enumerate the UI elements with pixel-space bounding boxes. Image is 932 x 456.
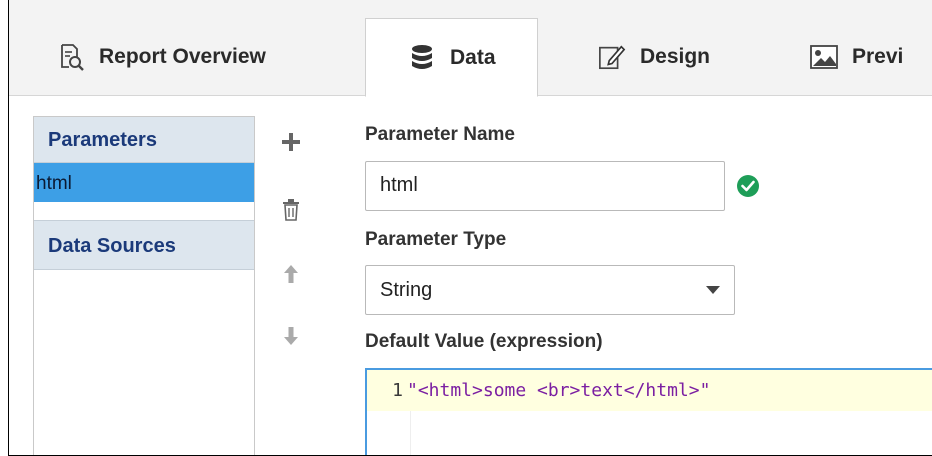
tab-strip: Report Overview Data Design Previ bbox=[9, 0, 932, 97]
image-preview-icon bbox=[810, 43, 838, 71]
parameter-type-label: Parameter Type bbox=[365, 229, 507, 250]
tab-label: Design bbox=[640, 45, 711, 68]
default-value-label: Default Value (expression) bbox=[365, 331, 603, 352]
database-icon bbox=[408, 44, 436, 72]
tab-preview[interactable]: Previ bbox=[766, 18, 932, 96]
editor-gutter bbox=[367, 411, 411, 455]
arrow-up-icon bbox=[283, 264, 299, 289]
parameter-type-value: String bbox=[380, 278, 433, 301]
tab-label: Previ bbox=[852, 45, 904, 68]
parameters-panel: Parameters html Data Sources bbox=[33, 116, 255, 455]
design-edit-icon bbox=[598, 43, 626, 71]
plus-icon bbox=[281, 132, 301, 157]
arrow-down-icon bbox=[283, 326, 299, 351]
parameters-header: Parameters bbox=[34, 117, 254, 163]
add-parameter-button[interactable] bbox=[279, 132, 303, 156]
trash-icon bbox=[282, 198, 300, 226]
move-up-button[interactable] bbox=[279, 264, 303, 288]
expression-editor[interactable]: 1 "<html>some <br>text</html>" bbox=[365, 368, 932, 455]
line-number: 1 bbox=[392, 380, 403, 401]
editor-line: 1 "<html>some <br>text</html>" bbox=[367, 370, 932, 411]
data-sources-header: Data Sources bbox=[34, 220, 254, 270]
tab-label: Report Overview bbox=[99, 45, 266, 68]
parameter-name-input[interactable]: html bbox=[365, 161, 725, 211]
move-down-button[interactable] bbox=[279, 326, 303, 350]
tab-design[interactable]: Design bbox=[538, 18, 766, 96]
delete-parameter-button[interactable] bbox=[279, 198, 303, 226]
expression-code: "<html>some <br>text</html>" bbox=[407, 380, 711, 401]
parameter-name-label: Parameter Name bbox=[365, 124, 515, 145]
check-circle-icon bbox=[737, 175, 759, 197]
parameter-list-item[interactable]: html bbox=[34, 163, 254, 202]
tab-data[interactable]: Data bbox=[365, 18, 538, 97]
tab-report-overview[interactable]: Report Overview bbox=[9, 18, 365, 96]
report-designer-window: Report Overview Data Design Previ Parame… bbox=[8, 0, 932, 456]
chevron-down-icon bbox=[706, 286, 720, 294]
report-overview-icon bbox=[57, 43, 85, 71]
parameter-type-dropdown[interactable]: String bbox=[365, 265, 735, 315]
tab-label: Data bbox=[450, 45, 496, 69]
